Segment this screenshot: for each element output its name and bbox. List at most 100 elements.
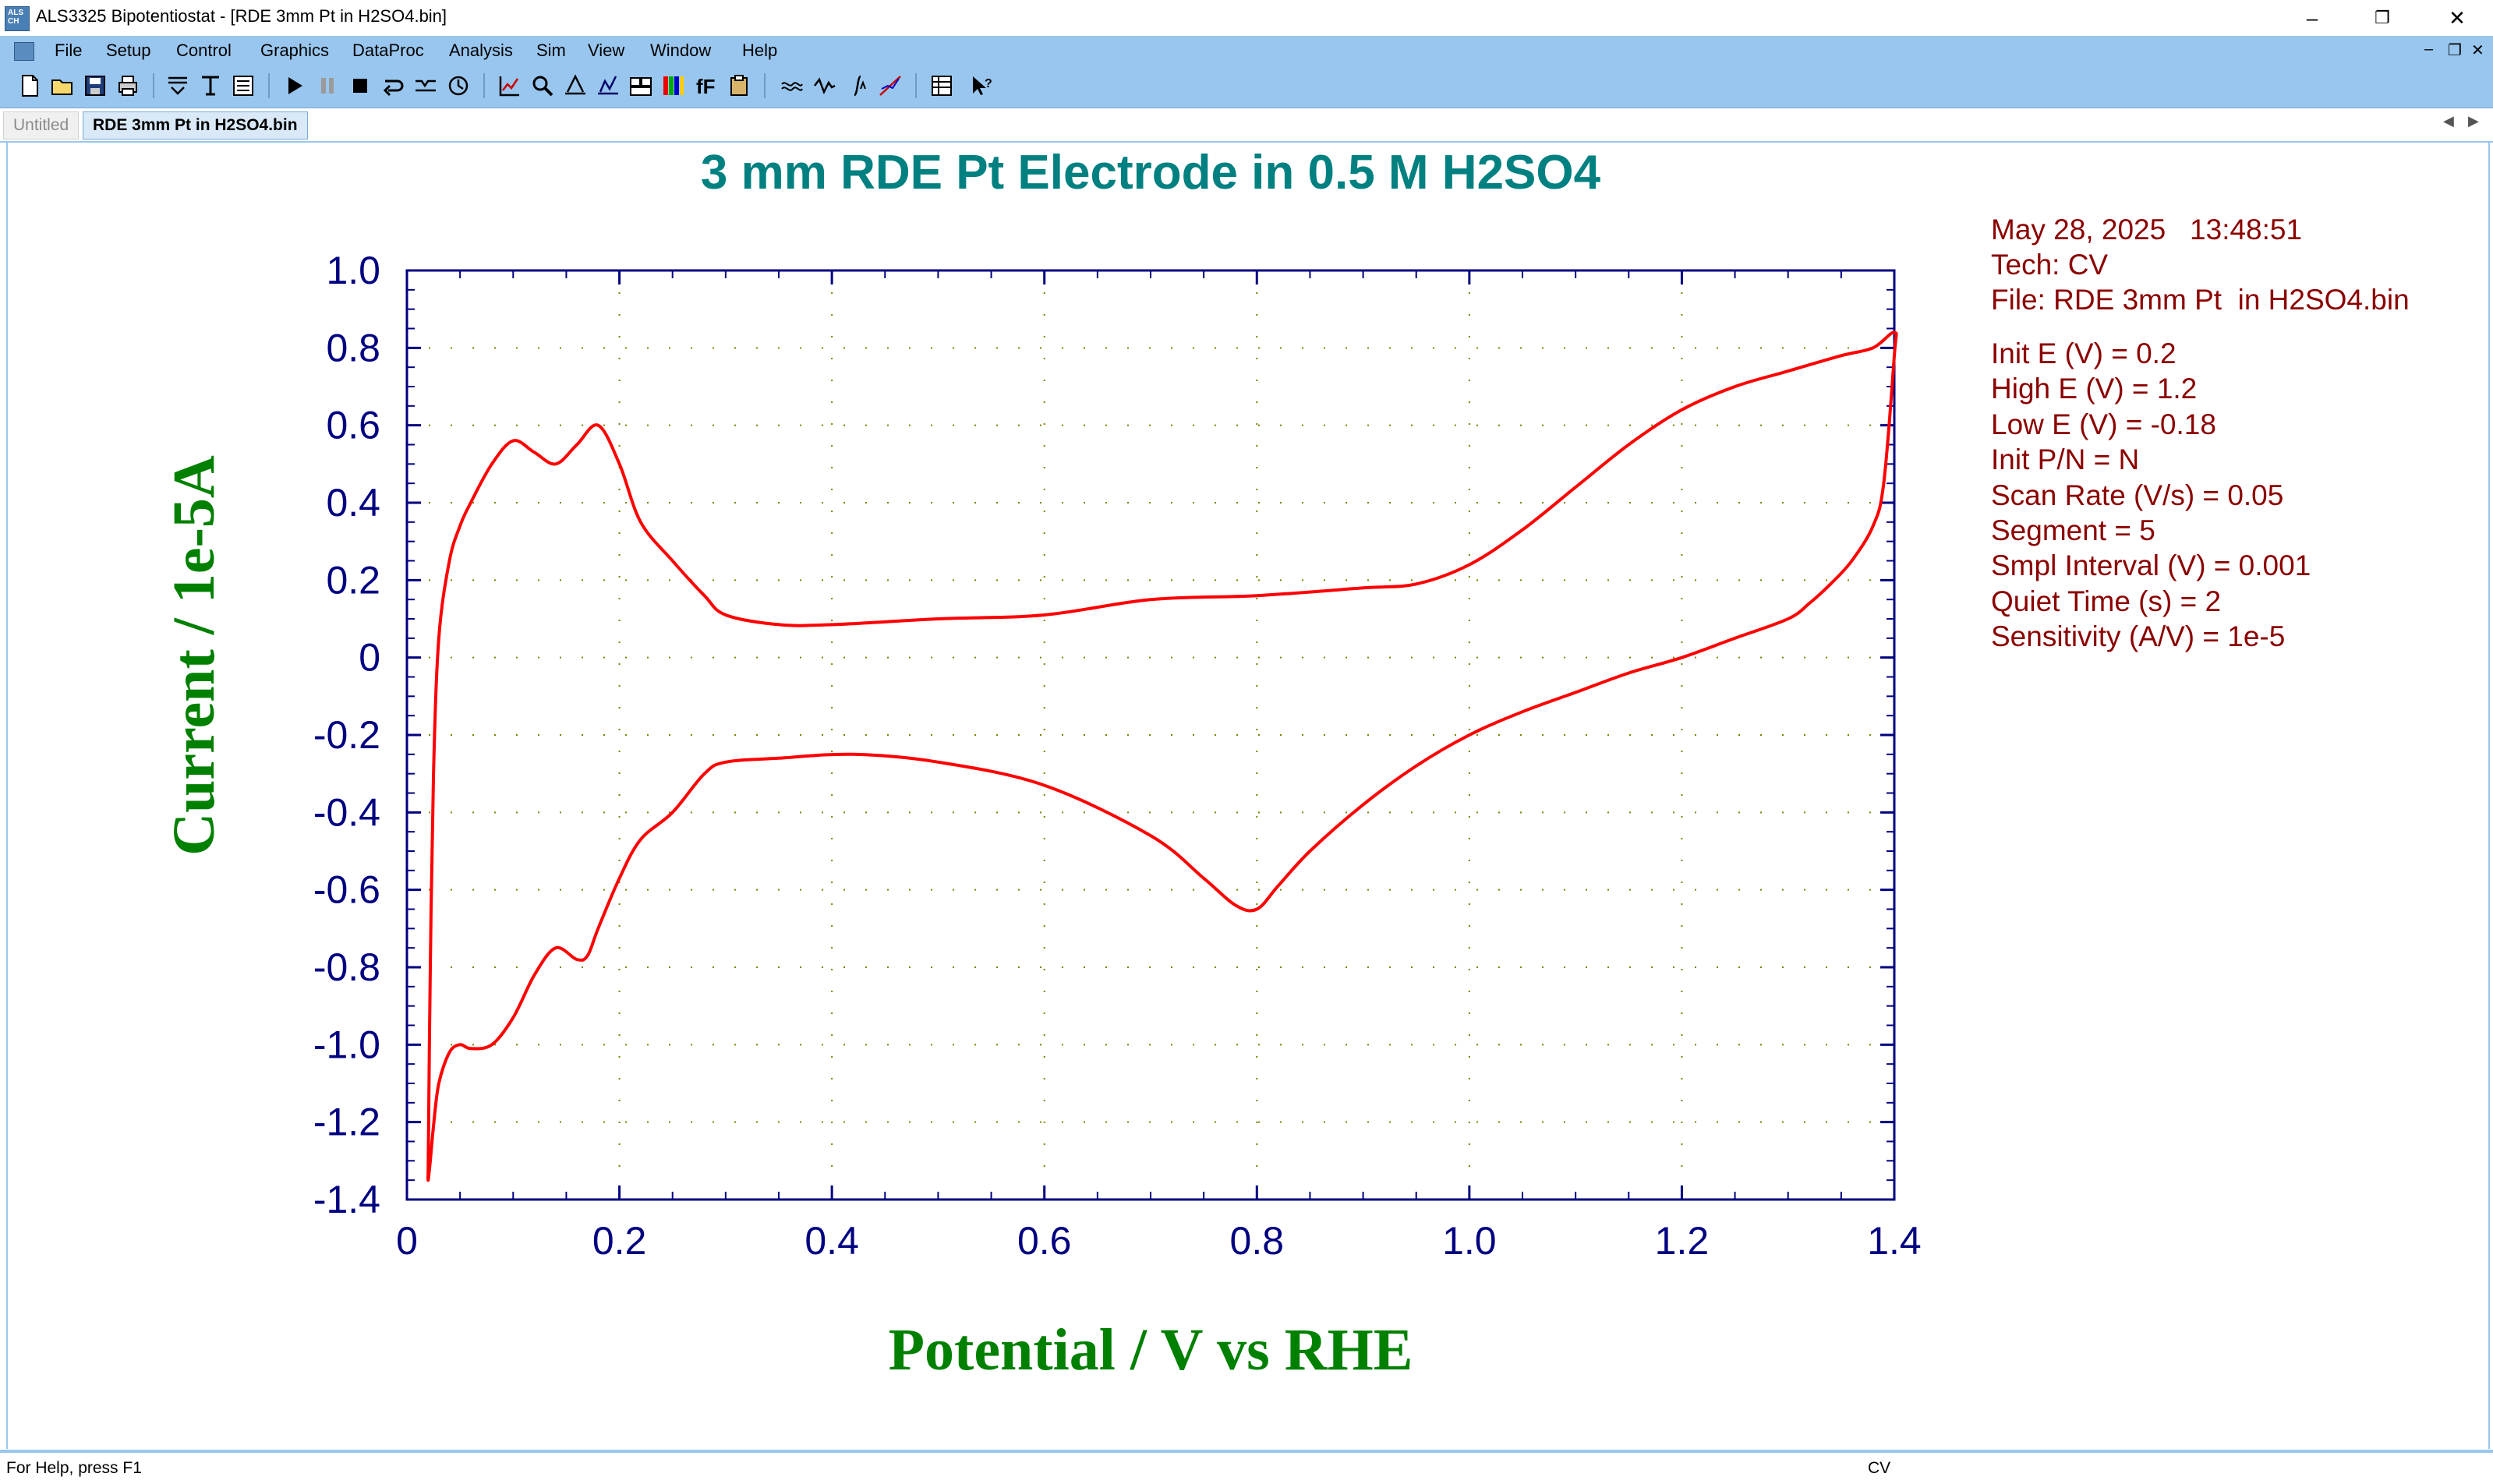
tab-scroll-right-icon[interactable]: ▶	[2468, 113, 2479, 129]
document-tabs: Untitled RDE 3mm Pt in H2SO4.bin ◀ ▶	[0, 108, 2493, 143]
param-quiet-time: Quiet Time (s) = 2	[1991, 585, 2221, 617]
tab-untitled[interactable]: Untitled	[3, 111, 80, 140]
param-high-e: High E (V) = 1.2	[1991, 373, 2197, 405]
y-tick-label: 0.4	[326, 481, 380, 525]
menu-dataproc[interactable]: DataProc	[352, 41, 424, 61]
save-icon[interactable]	[83, 73, 108, 98]
menu-window[interactable]: Window	[650, 41, 711, 61]
x-tick-label: 0.6	[1017, 1219, 1072, 1263]
run-datetime: May 28, 2025 13:48:51	[1991, 214, 2302, 246]
x-tick-label: 0	[396, 1219, 418, 1263]
menu-help[interactable]: Help	[742, 41, 777, 61]
menu-sim[interactable]: Sim	[536, 41, 566, 61]
font-icon[interactable]: fF	[694, 73, 719, 98]
x-tick-label: 1.4	[1867, 1219, 1922, 1263]
peak-icon[interactable]	[563, 73, 588, 98]
zoom-icon[interactable]	[530, 73, 555, 98]
param-init-pn: Init P/N = N	[1991, 443, 2139, 475]
derivative-icon[interactable]	[812, 73, 837, 98]
window-title: ALS3325 Bipotentiostat - [RDE 3mm Pt in …	[36, 6, 447, 26]
cell-control-icon[interactable]	[446, 73, 471, 98]
pause-icon[interactable]	[315, 73, 340, 98]
reverse-scan-icon[interactable]	[380, 73, 405, 98]
y-tick-label: -1.0	[313, 1023, 380, 1066]
y-tick-label: -0.2	[313, 713, 380, 757]
param-init-e: Init E (V) = 0.2	[1991, 337, 2177, 369]
y-tick-label: 0.8	[326, 326, 380, 369]
x-tick-label: 1.2	[1655, 1219, 1710, 1263]
open-folder-icon[interactable]	[50, 73, 75, 98]
param-low-e: Low E (V) = -0.18	[1991, 408, 2216, 440]
run-technique: Tech: CV	[1991, 249, 2108, 281]
x-tick-label: 1.0	[1442, 1219, 1497, 1263]
x-tick-label: 0.2	[592, 1219, 647, 1263]
stop-icon[interactable]	[348, 73, 373, 98]
color-icon[interactable]	[661, 73, 686, 98]
x-tick-label: 0.8	[1230, 1219, 1285, 1263]
svg-text:?: ?	[985, 77, 992, 90]
integrate-icon[interactable]	[845, 73, 870, 98]
overlay-icon[interactable]	[596, 73, 621, 98]
y-tick-label: -1.2	[313, 1101, 380, 1144]
toolbar: fF ?	[0, 65, 2493, 108]
run-icon[interactable]	[282, 73, 307, 98]
data-list-icon[interactable]	[929, 73, 954, 98]
document-icon[interactable]	[14, 42, 34, 61]
context-help-icon[interactable]: ?	[970, 73, 995, 98]
title-bar: ALS CH ALS3325 Bipotentiostat - [RDE 3mm …	[0, 0, 2493, 36]
y-tick-label: -0.8	[313, 945, 380, 989]
menu-graphics[interactable]: Graphics	[260, 41, 329, 61]
mdi-close-icon[interactable]: ✕	[2471, 41, 2484, 60]
minimize-icon[interactable]: –	[2276, 0, 2348, 36]
baseline-icon[interactable]	[878, 73, 903, 98]
cv-chart: 3 mm RDE Pt Electrode in 0.5 M H2SO4 0 0.…	[161, 146, 2410, 1383]
y-tick-label: 0.6	[326, 404, 380, 447]
parameters-icon[interactable]	[198, 73, 223, 98]
run-info-panel: May 28, 2025 13:48:51 Tech: CV File: RDE…	[1991, 214, 2410, 652]
clipboard-icon[interactable]	[727, 73, 751, 98]
y-tick-label: -0.4	[313, 790, 380, 834]
param-sensitivity: Sensitivity (A/V) = 1e-5	[1991, 620, 2285, 652]
chart-title: 3 mm RDE Pt Electrode in 0.5 M H2SO4	[701, 146, 1601, 200]
multi-graph-icon[interactable]	[628, 73, 653, 98]
close-icon[interactable]: ✕	[2421, 0, 2493, 36]
graph-icon[interactable]	[497, 73, 522, 98]
status-mode: CV	[1868, 1459, 1891, 1477]
new-file-icon[interactable]	[17, 73, 42, 98]
menu-bar: File Setup Control Graphics DataProc Ana…	[0, 36, 2493, 65]
x-axis-label: Potential / V vs RHE	[889, 1317, 1413, 1383]
cv-curve	[426, 330, 1898, 1182]
y-tick-label: -1.4	[313, 1178, 380, 1221]
param-sample-interval: Smpl Interval (V) = 0.001	[1991, 549, 2311, 581]
run-file: File: RDE 3mm Pt in H2SO4.bin	[1991, 284, 2410, 316]
app-icon[interactable]: ALS CH	[5, 6, 30, 31]
print-icon[interactable]	[115, 73, 140, 98]
ir-comp-icon[interactable]	[413, 73, 438, 98]
tab-rde-file[interactable]: RDE 3mm Pt in H2SO4.bin	[83, 111, 308, 140]
y-tick-label: 0	[359, 636, 380, 680]
svg-text:fF: fF	[696, 75, 716, 98]
y-tick-label: 0.2	[326, 558, 380, 602]
y-tick-label: 1.0	[326, 249, 380, 292]
tab-scroll-left-icon[interactable]: ◀	[2443, 113, 2454, 129]
menu-file[interactable]: File	[55, 41, 82, 61]
y-tick-label: -0.6	[313, 868, 380, 912]
document-window: 3 mm RDE Pt Electrode in 0.5 M H2SO4 0 0.…	[6, 143, 2490, 1449]
smooth-icon[interactable]	[780, 73, 804, 98]
status-help-text: For Help, press F1	[6, 1459, 142, 1477]
grid-layer	[407, 270, 1894, 1200]
settings-list-icon[interactable]	[231, 73, 256, 98]
menu-setup[interactable]: Setup	[106, 41, 151, 61]
ticks-layer: 0 0.2 0.4 0.6 0.8 1.0 1.2 1.4 1.0 0.8 0.6 0.4 0.2 0 -0…	[313, 249, 1922, 1263]
menu-view[interactable]: View	[588, 41, 624, 61]
restore-icon[interactable]: ❐	[2346, 0, 2418, 36]
menu-control[interactable]: Control	[176, 41, 232, 61]
y-axis-label: Current / 1e-5A	[161, 455, 227, 856]
param-segment: Segment = 5	[1991, 514, 2155, 546]
mdi-restore-icon[interactable]: ❐	[2448, 41, 2462, 60]
menu-analysis[interactable]: Analysis	[449, 41, 513, 61]
status-bar: For Help, press F1 CV	[0, 1450, 2493, 1484]
technique-icon[interactable]	[165, 73, 190, 98]
param-scan-rate: Scan Rate (V/s) = 0.05	[1991, 479, 2283, 511]
mdi-minimize-icon[interactable]: –	[2424, 41, 2433, 58]
